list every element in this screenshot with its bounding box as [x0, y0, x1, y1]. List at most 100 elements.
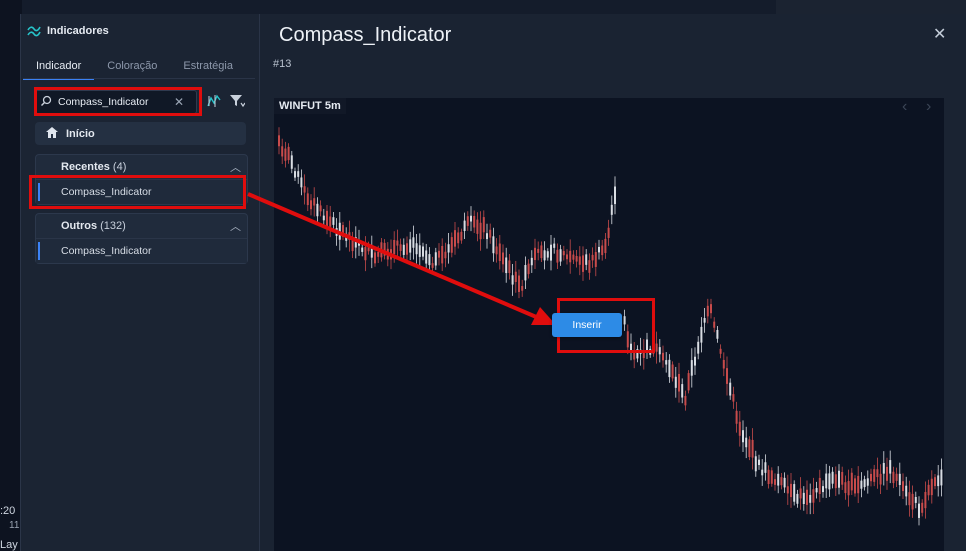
candle-body [562, 251, 565, 256]
candle-body [546, 251, 549, 258]
candle-body [604, 238, 607, 254]
candle-body [290, 155, 293, 169]
candle-body [598, 246, 600, 253]
candle-body [284, 148, 287, 161]
candle-body [671, 364, 674, 379]
candle-body [486, 233, 488, 240]
candle-body [578, 256, 581, 265]
chevron-up-icon[interactable]: ︿ [230, 159, 241, 175]
candle-body [319, 205, 322, 212]
candle-body [796, 493, 799, 504]
candle-body [383, 242, 386, 256]
close-icon[interactable]: ✕ [933, 24, 946, 44]
candle-body [745, 437, 748, 448]
candle-body [582, 255, 584, 272]
candle-body [514, 271, 517, 283]
filter-icon[interactable] [226, 90, 248, 112]
indicator-style-icon[interactable] [203, 90, 225, 112]
group-outros: Outros (132) ︿ Compass_Indicator [35, 213, 248, 264]
candle-body [687, 373, 690, 391]
candle-body [431, 263, 434, 268]
candle-body [863, 479, 866, 488]
group-recentes-name: Recentes [61, 161, 110, 173]
candle-body [713, 321, 716, 328]
list-item[interactable]: Compass_Indicator [36, 238, 247, 263]
candle-body [550, 244, 552, 261]
candle-body [892, 471, 895, 484]
candle-body [783, 477, 786, 488]
candle-body [818, 477, 821, 494]
candle-body [527, 263, 530, 275]
candle-body [809, 494, 812, 503]
candle-body [700, 326, 703, 343]
candle-body [585, 254, 588, 265]
indicator-dialog: Indicadores Indicador Coloração Estratég… [20, 14, 966, 551]
panel-title: Indicadores [47, 25, 109, 37]
tab-coloracao[interactable]: Coloração [94, 56, 170, 78]
tab-divider [23, 78, 255, 79]
group-outros-header[interactable]: Outros (132) ︿ [36, 214, 247, 238]
candle-body [719, 348, 722, 354]
candle-body [927, 484, 930, 496]
candle-body [316, 203, 319, 217]
candle-body [332, 217, 335, 225]
candle-body [559, 249, 562, 262]
group-recentes-count: (4) [112, 161, 127, 173]
chevron-right-icon[interactable]: › [926, 98, 931, 116]
candle-body [489, 229, 492, 238]
candle-body [918, 503, 920, 518]
candle-body [786, 486, 789, 494]
candle-body [732, 394, 735, 402]
candle-body [412, 237, 415, 248]
logo-icon [27, 26, 41, 37]
candle-body [390, 249, 392, 260]
panel-header: Indicadores [27, 24, 109, 38]
chevron-left-icon[interactable]: ‹ [902, 98, 907, 116]
background-chart-strip [0, 0, 22, 551]
candle-body [847, 480, 850, 496]
candle-body [825, 473, 828, 489]
candle-body [415, 243, 418, 255]
candle-body [345, 233, 348, 241]
home-icon [46, 126, 60, 141]
candle-body [770, 470, 773, 484]
candle-body [361, 247, 364, 252]
preview-symbol-label: WINFUT 5m [274, 98, 346, 114]
candle-body [710, 304, 712, 314]
candle-body [681, 384, 684, 398]
candle-body [450, 237, 453, 253]
candle-body [662, 352, 664, 361]
candle-body [764, 462, 767, 473]
candle-body [594, 252, 597, 267]
candle-body [470, 215, 472, 222]
candle-body [460, 231, 463, 241]
candle-body [758, 459, 760, 466]
group-outros-name: Outros [61, 220, 98, 232]
tab-estrategia[interactable]: Estratégia [170, 56, 246, 78]
chevron-up-icon[interactable]: ︿ [230, 218, 241, 234]
candle-body [777, 473, 780, 486]
candle-body [396, 240, 399, 246]
list-item-label: Compass_Indicator [61, 245, 152, 257]
home-item[interactable]: Início [35, 122, 246, 145]
candle-body [850, 472, 853, 491]
candle-body [518, 275, 520, 292]
tab-indicador[interactable]: Indicador [23, 56, 95, 80]
candle-body [886, 466, 888, 481]
candle-body [655, 343, 658, 352]
annotation-box-search [34, 87, 202, 116]
candle-body [879, 473, 882, 485]
candle-body [524, 265, 527, 281]
insert-button[interactable]: Inserir [552, 313, 622, 337]
candle-body [329, 216, 332, 227]
candle-body [748, 439, 751, 458]
candle-body [367, 244, 370, 252]
candle-body [306, 193, 309, 206]
candle-body [508, 260, 511, 274]
candle-body [911, 493, 914, 510]
candle-body [790, 483, 792, 498]
candle-body [364, 247, 367, 261]
candle-body [454, 230, 456, 247]
candle-body [674, 376, 677, 388]
candle-body [873, 469, 876, 482]
